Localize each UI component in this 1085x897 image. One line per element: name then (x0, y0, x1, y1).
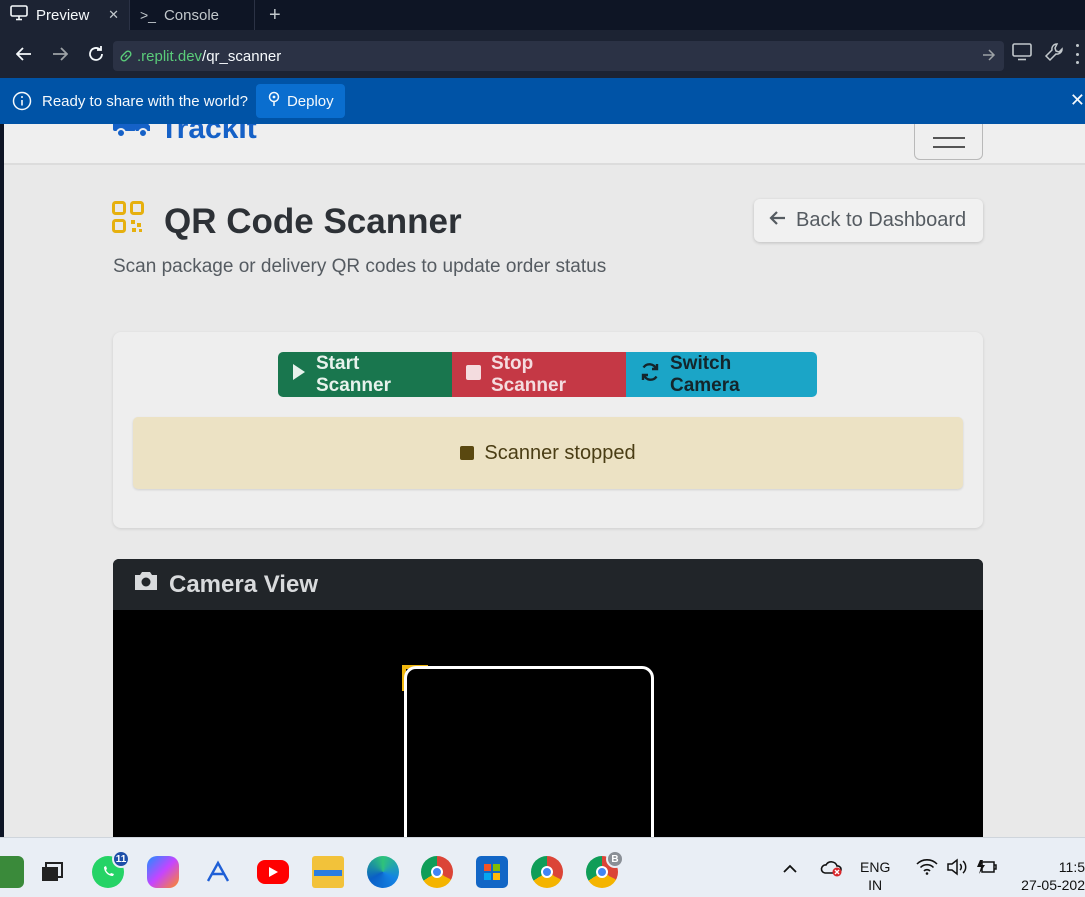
switch-label: Switch Camera (670, 352, 740, 396)
profile-badge: B (606, 850, 624, 868)
info-icon (12, 91, 32, 111)
switch-camera-button[interactable]: Switch Camera (626, 352, 817, 397)
arrow-left-icon (768, 209, 786, 232)
file-explorer-icon[interactable] (312, 856, 344, 888)
tab-label: Preview (36, 6, 90, 24)
onedrive-error-icon[interactable] (820, 838, 844, 897)
stop-status-icon (460, 446, 475, 460)
url-host: .replit.dev (137, 47, 203, 65)
input-language-indicator[interactable]: ENG IN (860, 858, 890, 894)
menu-toggle-button[interactable] (914, 124, 983, 160)
camera-view-card: Camera View (113, 559, 983, 837)
forward-arrow-icon[interactable] (42, 47, 78, 61)
terminal-icon: >_ (140, 7, 156, 23)
clock-time: 11:5 (1058, 859, 1085, 875)
system-tray-quick-settings[interactable] (916, 838, 998, 897)
lang-line2: IN (868, 877, 883, 893)
edge-icon[interactable] (367, 856, 399, 888)
hamburger-icon-line (932, 136, 965, 139)
back-to-dashboard-button[interactable]: Back to Dashboard (754, 199, 983, 242)
youtube-icon[interactable] (257, 860, 289, 884)
hamburger-icon-line (932, 145, 965, 148)
status-text: Scanner stopped (484, 441, 636, 464)
more-icon[interactable] (1076, 44, 1080, 64)
deploy-banner: Ready to share with the world? Deploy ✕ (0, 78, 1085, 124)
play-icon (292, 363, 306, 387)
close-tab-icon[interactable]: ✕ (108, 7, 119, 23)
stop-icon (466, 364, 481, 386)
volume-icon (946, 857, 968, 879)
link-icon (119, 49, 133, 63)
tab-preview[interactable]: Preview ✕ (0, 0, 130, 30)
chrome-icon[interactable] (421, 856, 453, 888)
close-banner-icon[interactable]: ✕ (1070, 90, 1085, 111)
stop-scanner-button[interactable]: Stop Scanner (452, 352, 626, 397)
preview-url-bar: .replit.dev/qr_scanner (0, 30, 1085, 78)
app-viewport: TrackIt QR Code Scanner Scan package or … (4, 124, 1085, 837)
back-arrow-icon[interactable] (6, 47, 42, 61)
camera-icon (133, 570, 159, 599)
store-icon[interactable] (476, 856, 508, 888)
brand-link[interactable]: TrackIt (112, 124, 257, 148)
page-subtitle: Scan package or delivery QR codes to upd… (113, 256, 607, 277)
widget-icon[interactable] (0, 856, 24, 888)
workspace-tab-bar: Preview ✕ >_ Console + (0, 0, 1085, 30)
brand-name: TrackIt (160, 124, 257, 145)
deploy-button[interactable]: Deploy (255, 84, 345, 118)
camera-title: Camera View (169, 570, 318, 598)
qrcode-icon (112, 201, 144, 242)
windows-taskbar: 11 B ENG IN 11:5 27-05-202 (0, 837, 1085, 897)
scanner-status-alert: Scanner stopped (133, 417, 963, 489)
go-arrow-icon[interactable] (982, 48, 996, 65)
wifi-icon (916, 858, 938, 878)
truck-icon (112, 124, 152, 148)
tab-label: Console (163, 6, 220, 24)
whatsapp-badge: 11 (112, 850, 130, 868)
task-view-icon[interactable] (36, 856, 68, 888)
monitor-icon (10, 5, 28, 25)
scan-region-frame (404, 666, 654, 837)
stop-label: Stop Scanner (491, 352, 566, 396)
back-label: Back to Dashboard (796, 209, 967, 231)
deploy-icon (267, 91, 281, 111)
chrome-active-icon[interactable]: B (586, 850, 624, 888)
page-title: QR Code Scanner (112, 201, 462, 242)
taskbar-clock[interactable]: 11:5 27-05-202 (1018, 858, 1085, 894)
deploy-label: Deploy (286, 92, 334, 110)
start-scanner-button[interactable]: Start Scanner (278, 352, 452, 397)
lang-line1: ENG (860, 859, 891, 875)
wrench-icon[interactable] (1044, 42, 1064, 67)
camera-card-header: Camera View (113, 559, 983, 610)
whatsapp-icon[interactable]: 11 (92, 850, 130, 888)
vector-app-icon[interactable] (202, 856, 234, 888)
copilot-icon[interactable] (147, 856, 179, 888)
scanner-controls-card: Start Scanner Stop Scanner Switch Camera… (113, 332, 983, 528)
app-navbar: TrackIt (4, 124, 1085, 165)
banner-message: Ready to share with the world? (42, 92, 248, 110)
page-title-text: QR Code Scanner (164, 201, 462, 241)
device-icon[interactable] (1012, 42, 1032, 66)
show-hidden-icons-chevron[interactable] (782, 838, 798, 897)
url-path: /qr_scanner (202, 47, 282, 65)
sync-icon (640, 362, 660, 388)
chrome-profile-icon[interactable] (531, 856, 563, 888)
battery-charging-icon (976, 858, 998, 879)
url-input[interactable]: .replit.dev/qr_scanner (113, 41, 1004, 71)
start-label: Start Scanner (316, 352, 391, 396)
scanner-button-group: Start Scanner Stop Scanner Switch Camera (278, 352, 817, 397)
tab-console[interactable]: >_ Console (130, 0, 255, 30)
add-tab-button[interactable]: + (255, 0, 295, 30)
reload-icon[interactable] (78, 45, 114, 63)
clock-date: 27-05-202 (1021, 877, 1085, 893)
